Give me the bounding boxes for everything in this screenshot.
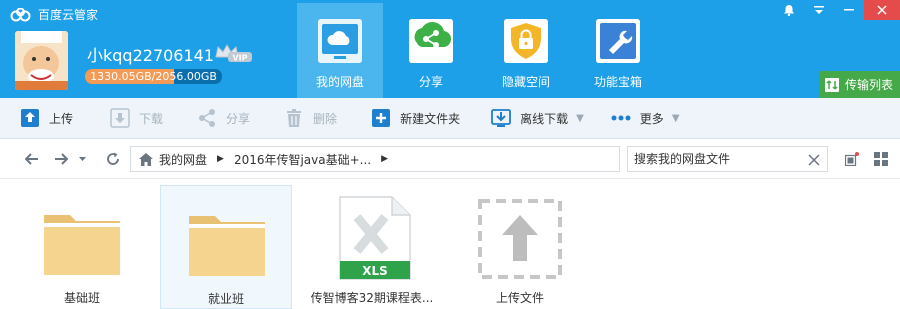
offline-download-button[interactable]: 离线下载 ▼ — [460, 98, 584, 139]
chevron-down-icon[interactable]: ▼ — [576, 113, 584, 124]
toolbar: 上传 下载 分享 删除 新建文件夹 离线下载 ▼ 更多 ▼ — [0, 98, 900, 139]
baidu-cloud-logo-icon — [10, 7, 31, 21]
app-title: 百度云管家 — [10, 6, 98, 23]
chevron-down-icon[interactable]: ▼ — [672, 113, 680, 124]
forward-arrow-icon[interactable] — [52, 150, 70, 168]
breadcrumb-root[interactable]: 我的网盘 — [159, 151, 207, 168]
avatar[interactable] — [15, 31, 68, 90]
nav-share[interactable]: 分享 — [388, 3, 474, 98]
file-grid: 基础班 就业班 XLS 传智博客32期课程表... 上传文件 — [0, 180, 900, 309]
home-icon[interactable] — [139, 152, 153, 166]
nav-label: 功能宝箱 — [593, 75, 642, 89]
breadcrumb-current[interactable]: 2016年传智java基础+... — [234, 151, 371, 168]
chevron-right-icon[interactable]: ▶ — [381, 154, 388, 164]
cloud-icon — [318, 19, 362, 63]
transfer-label: 传输列表 — [845, 78, 894, 92]
more-dots-icon — [611, 115, 631, 121]
username[interactable]: 小kqq22706141 — [87, 42, 214, 66]
nav-label: 隐藏空间 — [501, 75, 550, 89]
search-clear-icon[interactable] — [807, 153, 821, 167]
upload-arrow-icon — [478, 199, 562, 279]
transfer-icon — [825, 77, 839, 92]
title-bar: 百度云管家 小kqq22706141 VIP 1330.05GB/2056.00… — [0, 0, 900, 98]
more-button[interactable]: 更多 ▼ — [584, 98, 680, 139]
trash-icon — [287, 109, 302, 127]
share-icon — [199, 109, 216, 127]
bell-icon[interactable] — [774, 0, 804, 20]
upload-icon — [21, 109, 39, 127]
folder-item[interactable]: 基础班 — [16, 185, 148, 309]
chevron-right-icon[interactable]: ▶ — [217, 154, 224, 164]
vip-crown-icon[interactable]: VIP — [214, 43, 254, 63]
quota-text: 1330.05GB/2056.00GB — [90, 70, 217, 83]
back-arrow-icon[interactable] — [23, 150, 41, 168]
delete-button[interactable]: 删除 — [250, 98, 337, 139]
upload-file-tile[interactable]: 上传文件 — [454, 185, 586, 309]
folder-item[interactable]: 就业班 — [160, 185, 292, 309]
nav-my-netdisk[interactable]: 我的网盘 — [297, 3, 383, 98]
file-name: 上传文件 — [495, 291, 544, 305]
window-controls — [774, 0, 900, 20]
download-button[interactable]: 下载 — [73, 98, 163, 139]
app-name: 百度云管家 — [38, 8, 99, 22]
file-item[interactable]: XLS 传智博客32期课程表... — [306, 185, 438, 309]
file-name: 传智博客32期课程表... — [310, 291, 434, 305]
refresh-icon[interactable] — [104, 150, 122, 168]
xls-badge: XLS — [362, 264, 388, 278]
nav-hidden-space[interactable]: 隐藏空间 — [483, 3, 569, 98]
history-dropdown-icon[interactable] — [77, 150, 87, 168]
nav-label: 我的网盘 — [315, 75, 364, 89]
file-name: 就业班 — [207, 292, 244, 306]
xls-file-icon: XLS — [339, 196, 411, 280]
storage-quota-bar: 1330.05GB/2056.00GB — [85, 69, 222, 84]
upload-button[interactable]: 上传 — [0, 98, 73, 139]
nav-toolbox[interactable]: 功能宝箱 — [575, 3, 661, 98]
search-input[interactable] — [634, 152, 804, 166]
search-box — [627, 146, 828, 172]
avatar-image — [15, 31, 68, 90]
new-folder-button[interactable]: 新建文件夹 — [337, 98, 460, 139]
minimize-icon[interactable] — [834, 0, 864, 20]
lock-icon — [504, 19, 548, 63]
menu-icon[interactable] — [804, 0, 834, 20]
folder-icon — [44, 215, 120, 275]
offline-download-icon — [491, 109, 511, 127]
breadcrumb: 我的网盘 ▶ 2016年传智java基础+... ▶ — [130, 146, 620, 172]
close-icon[interactable] — [864, 0, 900, 20]
transfer-list-button[interactable]: 传输列表 — [819, 71, 900, 98]
grid-view-icon[interactable] — [872, 150, 890, 168]
thumbnail-view-icon[interactable] — [843, 150, 861, 168]
file-name: 基础班 — [63, 291, 100, 305]
address-bar: 我的网盘 ▶ 2016年传智java基础+... ▶ — [0, 139, 900, 179]
nav-label: 分享 — [418, 75, 443, 89]
vip-badge-text: VIP — [232, 54, 247, 63]
folder-icon — [189, 216, 265, 276]
wrench-icon — [596, 19, 640, 63]
new-folder-icon — [372, 109, 391, 127]
share-button[interactable]: 分享 — [163, 98, 250, 139]
download-icon — [110, 108, 130, 128]
share-icon — [409, 19, 453, 63]
